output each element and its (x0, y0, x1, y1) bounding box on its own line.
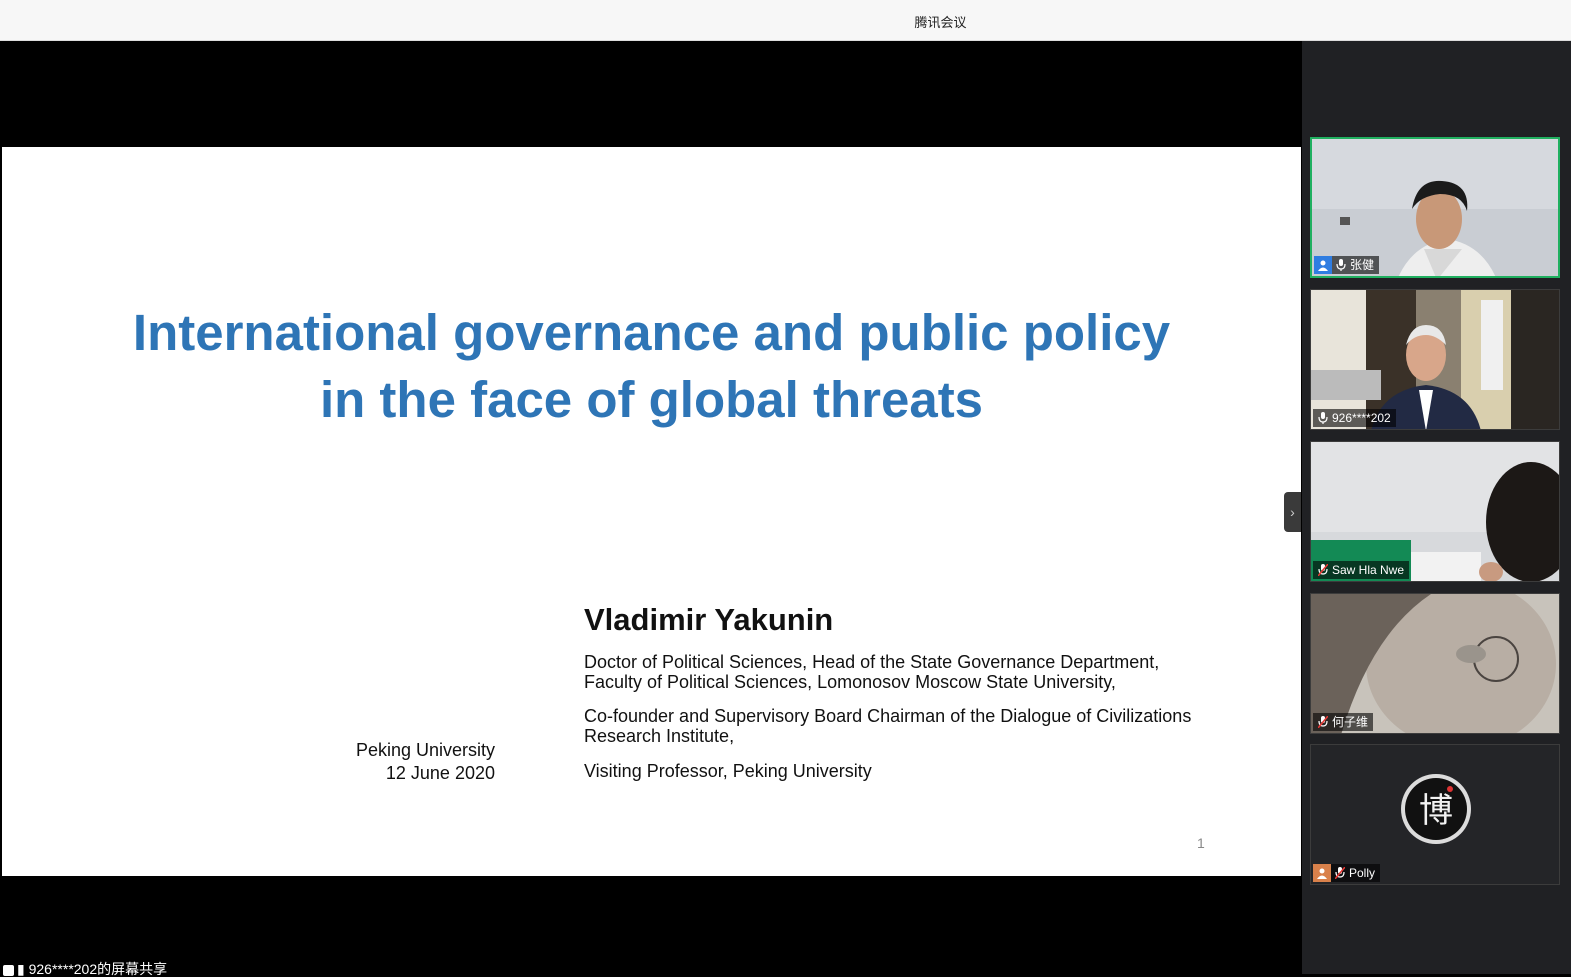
slide-title-line-2: in the face of global threats (319, 371, 984, 428)
author-credential-2: Co-founder and Supervisory Board Chairma… (584, 706, 1191, 746)
venue-date: Peking University 12 June 2020 (356, 739, 495, 785)
title-bar: 腾讯会议 (0, 0, 1571, 41)
microphone-muted-icon (1318, 716, 1328, 728)
microphone-muted-icon (1318, 564, 1328, 576)
user-icon (1313, 864, 1331, 882)
video-tile-participant-5[interactable]: 博 Polly (1310, 744, 1560, 885)
venue: Peking University (355, 740, 495, 760)
credential-2-line-2: Research Institute, (584, 726, 735, 746)
screen-share-icon (3, 964, 14, 976)
video-tile-participant-2[interactable]: 926****202 (1310, 289, 1560, 430)
author-name: Vladimir Yakunin (584, 602, 834, 637)
video-tile-participant-3[interactable]: Saw Hla Nwe (1310, 441, 1560, 582)
participant-name-tag: 926****202 (1313, 409, 1396, 427)
date: 12 June 2020 (385, 763, 495, 783)
participant-name: Polly (1349, 866, 1376, 880)
participant-name: Saw Hla Nwe (1332, 563, 1405, 577)
screen-share-status: ▮ 926****202的屏幕共享 (0, 961, 168, 977)
credential-2-line-1: Co-founder and Supervisory Board Chairma… (584, 706, 1192, 726)
microphone-icon (1318, 412, 1328, 424)
participant-name: 何子维 (1332, 715, 1369, 729)
collapse-sidebar-button[interactable]: › (1284, 492, 1301, 532)
user-icon (1314, 256, 1332, 274)
chevron-right-icon: › (1290, 504, 1295, 520)
slide-title-line-1: International governance and public poli… (132, 304, 1171, 361)
participant-name: 张健 (1350, 258, 1375, 272)
video-tile-participant-4[interactable]: 何子维 (1310, 593, 1560, 734)
microphone-icon (1336, 259, 1346, 271)
participant-name: 926****202 (1332, 411, 1391, 425)
credential-1-line-2: Faculty of Political Sciences, Lomonosov… (584, 672, 1116, 692)
screen-share-label: 926****202的屏幕共享 (28, 961, 168, 977)
slide-title: International governance and public poli… (2, 299, 1301, 433)
window-title: 腾讯会议 (914, 15, 967, 30)
slide-page-number: 1 (1197, 835, 1205, 851)
shared-screen-area: International governance and public poli… (2, 41, 1301, 974)
video-tile-participant-1[interactable]: 张健 (1310, 137, 1560, 278)
presentation-slide: International governance and public poli… (2, 147, 1301, 876)
avatar-glyph: 博 (1419, 791, 1453, 831)
author-credential-3: Visiting Professor, Peking University (584, 761, 872, 781)
microphone-icon: ▮ (17, 961, 25, 977)
microphone-muted-icon (1335, 867, 1345, 879)
participant-name-tag: 张健 (1314, 256, 1380, 274)
author-credential-1: Doctor of Political Sciences, Head of th… (584, 652, 1159, 692)
participant-name-tag: 何子维 (1313, 713, 1374, 731)
participant-name-tag: Polly (1313, 864, 1381, 882)
credential-1-line-1: Doctor of Political Sciences, Head of th… (584, 652, 1160, 672)
participant-name-tag: Saw Hla Nwe (1313, 561, 1410, 579)
